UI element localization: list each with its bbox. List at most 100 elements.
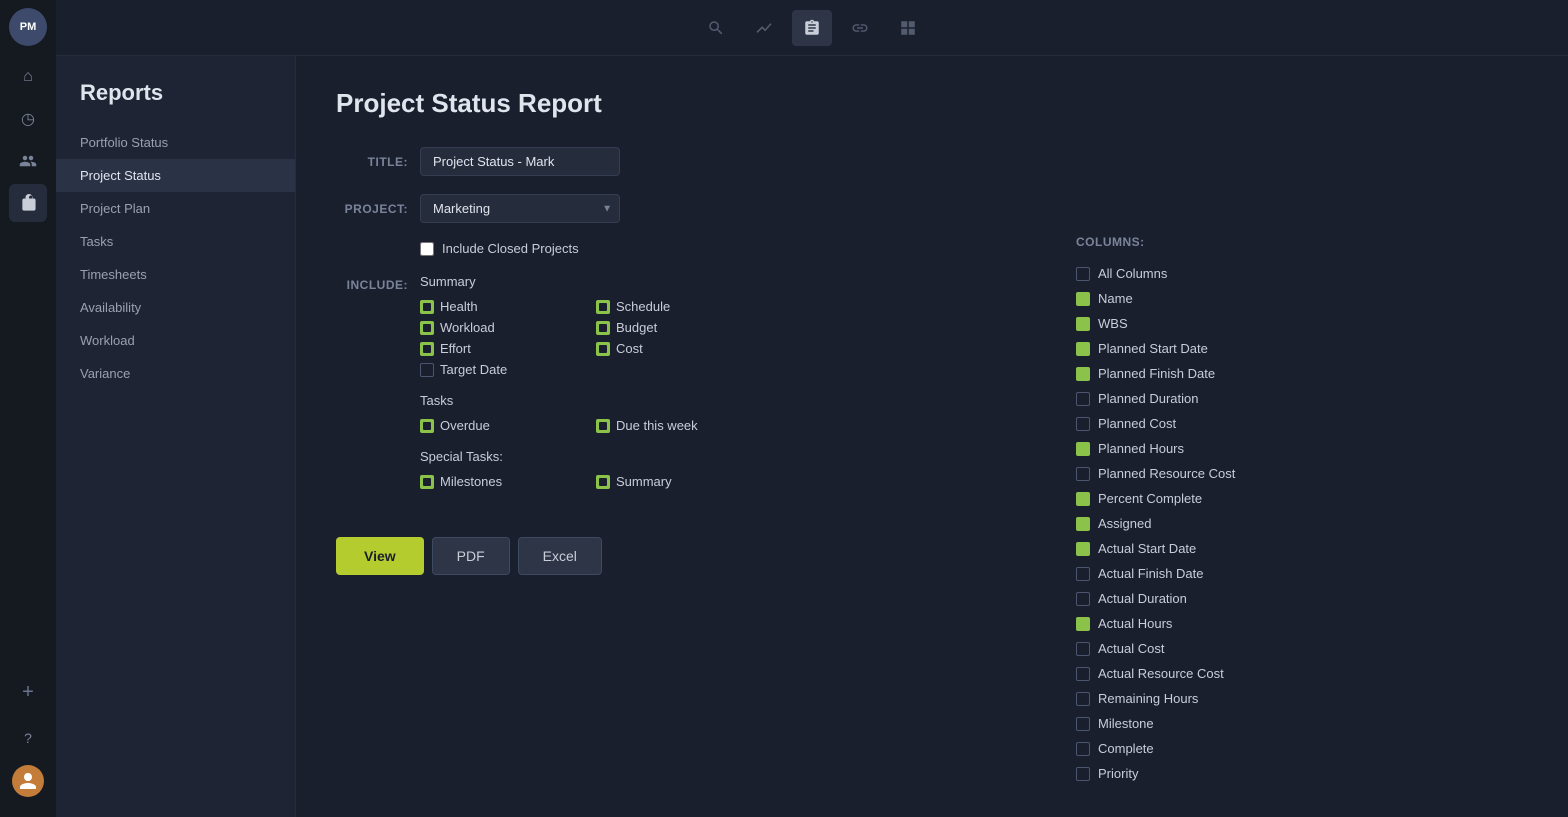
col-planned-cost-label: Planned Cost [1098, 416, 1176, 431]
column-planned-start-date: Planned Start Date [1076, 336, 1392, 361]
target-date-item: Target Date [420, 362, 580, 377]
schedule-label: Schedule [616, 299, 670, 314]
briefcase-icon[interactable] [9, 184, 47, 222]
col-name-label: Name [1098, 291, 1133, 306]
view-button[interactable]: View [336, 537, 424, 575]
sidebar: Reports Portfolio Status Project Status … [56, 56, 296, 817]
user-avatar[interactable] [12, 765, 44, 797]
col-all-columns-checkbox[interactable] [1076, 267, 1090, 281]
col-percent-complete-label: Percent Complete [1098, 491, 1202, 506]
col-planned-hours-checkbox[interactable] [1076, 442, 1090, 456]
milestones-label: Milestones [440, 474, 502, 489]
col-all-columns-label: All Columns [1098, 266, 1167, 281]
effort-checkbox[interactable] [420, 342, 434, 356]
col-assigned-checkbox[interactable] [1076, 517, 1090, 531]
toolbar-layout-btn[interactable] [888, 10, 928, 46]
include-closed-label: Include Closed Projects [442, 241, 579, 256]
tasks-grid: Overdue Due this week [420, 418, 756, 433]
col-actual-start-date-label: Actual Start Date [1098, 541, 1196, 556]
col-actual-hours-checkbox[interactable] [1076, 617, 1090, 631]
cost-item: Cost [596, 341, 756, 356]
cost-label: Cost [616, 341, 643, 356]
app-logo[interactable]: PM [9, 8, 47, 46]
toolbar-link-btn[interactable] [840, 10, 880, 46]
pdf-button[interactable]: PDF [432, 537, 510, 575]
col-milestone-checkbox[interactable] [1076, 717, 1090, 731]
col-complete-checkbox[interactable] [1076, 742, 1090, 756]
sidebar-title: Reports [56, 80, 295, 126]
col-planned-resource-cost-checkbox[interactable] [1076, 467, 1090, 481]
sidebar-item-timesheets[interactable]: Timesheets [56, 258, 295, 291]
include-label: INCLUDE: [336, 274, 408, 292]
column-actual-cost: Actual Cost [1076, 636, 1392, 661]
due-this-week-checkbox[interactable] [596, 419, 610, 433]
col-name-checkbox[interactable] [1076, 292, 1090, 306]
project-select-wrapper: Marketing Development Design HR ▼ [420, 194, 620, 223]
title-input[interactable] [420, 147, 620, 176]
column-complete: Complete [1076, 736, 1392, 761]
summary-title: Summary [420, 274, 756, 289]
col-actual-cost-checkbox[interactable] [1076, 642, 1090, 656]
col-priority-checkbox[interactable] [1076, 767, 1090, 781]
workload-item: Workload [420, 320, 580, 335]
project-label: PROJECT: [336, 194, 408, 216]
toolbar-pulse-btn[interactable] [744, 10, 784, 46]
workload-checkbox[interactable] [420, 321, 434, 335]
column-planned-cost: Planned Cost [1076, 411, 1392, 436]
overdue-checkbox[interactable] [420, 419, 434, 433]
target-date-checkbox[interactable] [420, 363, 434, 377]
milestones-checkbox[interactable] [420, 475, 434, 489]
col-remaining-hours-checkbox[interactable] [1076, 692, 1090, 706]
budget-checkbox[interactable] [596, 321, 610, 335]
col-wbs-label: WBS [1098, 316, 1128, 331]
columns-header: COLUMNS: [1076, 235, 1396, 249]
home-icon[interactable]: ⌂ [9, 58, 47, 96]
col-actual-start-date-checkbox[interactable] [1076, 542, 1090, 556]
include-closed-row: Include Closed Projects [420, 241, 756, 256]
summary-grid: Health Schedule Workload [420, 299, 756, 377]
col-percent-complete-checkbox[interactable] [1076, 492, 1090, 506]
special-tasks-title: Special Tasks: [420, 449, 756, 464]
overdue-item: Overdue [420, 418, 580, 433]
col-planned-cost-checkbox[interactable] [1076, 417, 1090, 431]
health-checkbox[interactable] [420, 300, 434, 314]
sidebar-item-workload[interactable]: Workload [56, 324, 295, 357]
people-icon[interactable] [9, 142, 47, 180]
sidebar-item-project-plan[interactable]: Project Plan [56, 192, 295, 225]
col-wbs-checkbox[interactable] [1076, 317, 1090, 331]
sidebar-item-project-status[interactable]: Project Status [56, 159, 295, 192]
budget-item: Budget [596, 320, 756, 335]
icon-bar: PM ⌂ ◷ + ? [0, 0, 56, 817]
columns-scroll[interactable]: All Columns Name WBS [1076, 261, 1396, 786]
health-label: Health [440, 299, 478, 314]
schedule-checkbox[interactable] [596, 300, 610, 314]
tasks-title: Tasks [420, 393, 756, 408]
cost-checkbox[interactable] [596, 342, 610, 356]
column-name: Name [1076, 286, 1392, 311]
sidebar-item-availability[interactable]: Availability [56, 291, 295, 324]
col-actual-resource-cost-checkbox[interactable] [1076, 667, 1090, 681]
toolbar-search-btn[interactable] [696, 10, 736, 46]
project-select[interactable]: Marketing Development Design HR [420, 194, 620, 223]
col-planned-duration-checkbox[interactable] [1076, 392, 1090, 406]
help-icon[interactable]: ? [9, 719, 47, 757]
column-all-columns: All Columns [1076, 261, 1392, 286]
col-actual-duration-checkbox[interactable] [1076, 592, 1090, 606]
excel-button[interactable]: Excel [518, 537, 602, 575]
include-closed-checkbox[interactable] [420, 242, 434, 256]
sidebar-item-tasks[interactable]: Tasks [56, 225, 295, 258]
column-actual-resource-cost: Actual Resource Cost [1076, 661, 1392, 686]
col-planned-start-date-checkbox[interactable] [1076, 342, 1090, 356]
add-icon[interactable]: + [9, 673, 47, 711]
summary-special-label: Summary [616, 474, 672, 489]
toolbar-clipboard-btn[interactable] [792, 10, 832, 46]
summary-special-checkbox[interactable] [596, 475, 610, 489]
history-icon[interactable]: ◷ [9, 100, 47, 138]
sidebar-item-variance[interactable]: Variance [56, 357, 295, 390]
col-planned-duration-label: Planned Duration [1098, 391, 1198, 406]
col-actual-finish-date-checkbox[interactable] [1076, 567, 1090, 581]
sidebar-item-portfolio-status[interactable]: Portfolio Status [56, 126, 295, 159]
col-planned-start-date-label: Planned Start Date [1098, 341, 1208, 356]
column-actual-finish-date: Actual Finish Date [1076, 561, 1392, 586]
col-planned-finish-date-checkbox[interactable] [1076, 367, 1090, 381]
